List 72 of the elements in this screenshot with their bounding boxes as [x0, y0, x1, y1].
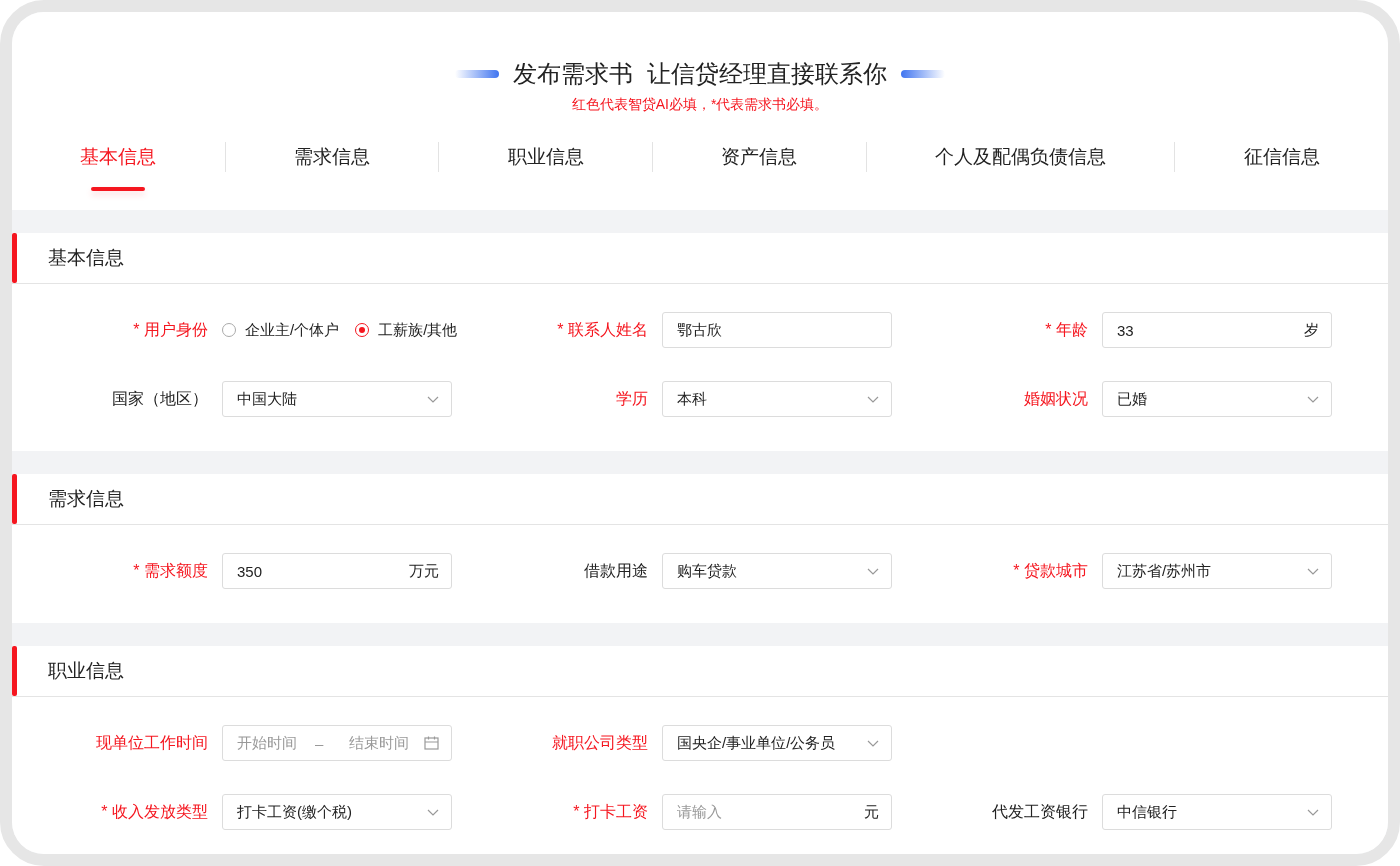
select-dropdown[interactable]: 本科 [662, 381, 892, 417]
field-label: 国家（地区） [111, 388, 208, 409]
select-value: 本科 [677, 389, 708, 409]
unit-label: 万元 [409, 561, 439, 581]
select-value: 已婚 [1117, 389, 1148, 409]
required-hint: 红色代表智贷AI必填，*代表需求书必填。 [571, 96, 829, 114]
chevron-down-icon [867, 567, 879, 575]
field-label: * 收入发放类型 [100, 801, 208, 822]
field-label: * 联系人姓名 [556, 319, 648, 340]
input-field[interactable]: 鄂古欣 [662, 312, 892, 348]
field-label: 现单位工作时间 [95, 732, 208, 753]
field-label: * 打卡工资 [572, 801, 648, 822]
active-tab-indicator [91, 187, 146, 191]
field-label: * 年龄 [1044, 319, 1088, 340]
section-marker-bar [12, 646, 17, 696]
select-value: 江苏省/苏州市 [1117, 561, 1213, 581]
placeholder-text: 开始时间 [237, 733, 297, 753]
field-value: 33 [1117, 321, 1135, 339]
input-field[interactable]: 350 万元 [222, 553, 452, 589]
unit-label: 元 [864, 802, 879, 822]
section-title: 需求信息 [48, 487, 124, 511]
select-dropdown[interactable]: 中信银行 [1102, 794, 1332, 830]
select-value: 中信银行 [1117, 802, 1178, 822]
select-dropdown[interactable]: 国央企/事业单位/公务员 [662, 725, 892, 761]
section-marker-bar [12, 474, 17, 524]
unit-label: 岁 [1304, 320, 1319, 340]
field-label: 婚姻状况 [1023, 388, 1088, 409]
section-title: 职业信息 [48, 659, 124, 683]
field-value: 350 [237, 562, 264, 580]
select-value: 打卡工资(缴个税) [237, 802, 353, 822]
chevron-down-icon [1307, 567, 1319, 575]
tab[interactable]: 个人及配偶负债信息 [935, 136, 1106, 178]
placeholder-text: 请输入 [677, 802, 723, 822]
select-dropdown[interactable]: 购车贷款 [662, 553, 892, 589]
calendar-icon [424, 736, 439, 750]
field-label: 学历 [615, 388, 648, 409]
tab[interactable]: 资产信息 [721, 136, 798, 178]
tab[interactable]: 基本信息 [80, 136, 157, 178]
section-marker-bar [12, 233, 17, 283]
chevron-down-icon [427, 395, 439, 403]
placeholder-text: 结束时间 [349, 733, 410, 753]
field-value: 鄂古欣 [677, 320, 723, 340]
radio-option[interactable]: 工薪族/其他 [355, 320, 458, 340]
select-value: 国央企/事业单位/公务员 [677, 733, 837, 753]
select-dropdown[interactable]: 江苏省/苏州市 [1102, 553, 1332, 589]
chevron-down-icon [1307, 808, 1319, 816]
title-accent-bar [900, 70, 945, 78]
field-label: 借款用途 [583, 560, 648, 581]
select-dropdown[interactable]: 中国大陆 [222, 381, 452, 417]
radio-option[interactable]: 企业主/个体户 [222, 320, 340, 340]
field-label: 代发工资银行 [991, 801, 1088, 822]
range-separator: – [315, 734, 324, 752]
select-dropdown[interactable]: 打卡工资(缴个税) [222, 794, 452, 830]
title-accent-bar [455, 70, 500, 78]
field-label: * 贷款城市 [1012, 560, 1088, 581]
field-label: * 用户身份 [132, 319, 208, 340]
input-field[interactable]: 33 岁 [1102, 312, 1332, 348]
field-label: 就职公司类型 [551, 732, 648, 753]
chevron-down-icon [1307, 395, 1319, 403]
tab[interactable]: 职业信息 [507, 136, 584, 178]
select-value: 购车贷款 [677, 561, 738, 581]
select-dropdown[interactable]: 已婚 [1102, 381, 1332, 417]
page-title: 发布需求书 让信贷经理直接联系你 [513, 59, 887, 89]
section-title: 基本信息 [48, 246, 124, 270]
chevron-down-icon [867, 395, 879, 403]
input-field[interactable]: 请输入 元 [662, 794, 892, 830]
tab[interactable]: 需求信息 [294, 136, 370, 178]
select-value: 中国大陆 [237, 389, 298, 409]
chevron-down-icon [427, 808, 439, 816]
field-label: * 需求额度 [132, 560, 208, 581]
tab[interactable]: 征信信息 [1243, 136, 1320, 178]
chevron-down-icon [867, 739, 879, 747]
